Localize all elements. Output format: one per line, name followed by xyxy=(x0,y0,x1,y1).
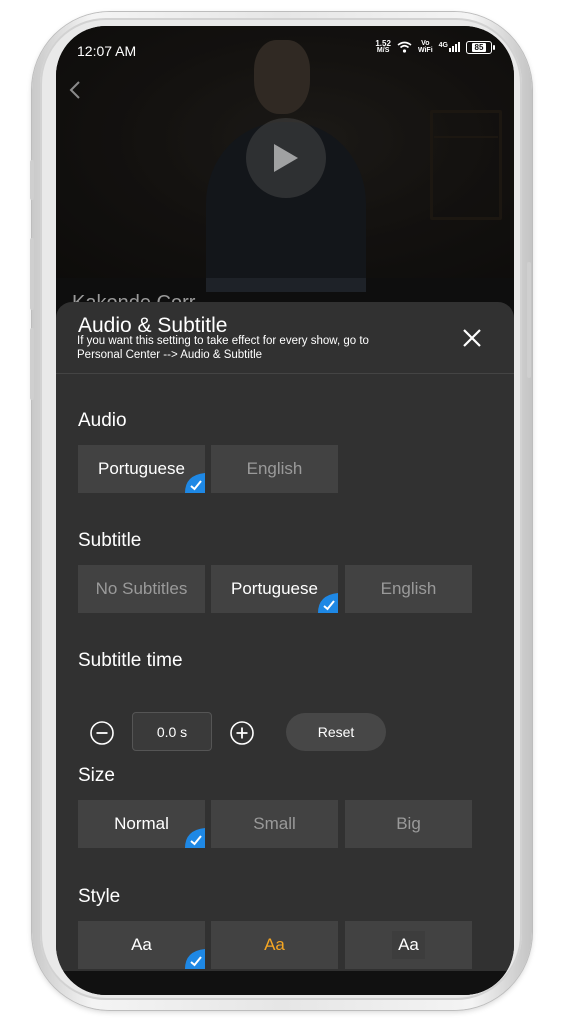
subtitle-label: Subtitle xyxy=(78,530,142,551)
size-option-normal[interactable]: Normal xyxy=(78,800,205,848)
plus-circle-icon[interactable] xyxy=(229,720,255,746)
net-speed: 1.52 M/S xyxy=(375,39,391,55)
close-icon xyxy=(463,329,481,347)
checkmark-icon xyxy=(185,828,205,848)
subtitle-time-label: Subtitle time xyxy=(78,650,183,671)
checkmark-icon xyxy=(185,949,205,969)
panel-hint: If you want this setting to take effect … xyxy=(77,335,369,361)
style-option-boxed[interactable]: Aa xyxy=(345,921,472,969)
close-button[interactable] xyxy=(458,324,486,352)
style-option-plain[interactable]: Aa xyxy=(78,921,205,969)
bottom-bezel xyxy=(56,971,514,995)
video-player[interactable] xyxy=(56,26,514,292)
subtitle-option-none[interactable]: No Subtitles xyxy=(78,565,205,613)
phone-screen: Kakonde Corr... 12:07 AM 1.52 M/S Vo WiF… xyxy=(56,26,514,995)
audio-option-english[interactable]: English xyxy=(211,445,338,493)
back-arrow-icon[interactable] xyxy=(68,80,84,100)
signal-icon: 4G xyxy=(439,42,460,52)
size-option-big[interactable]: Big xyxy=(345,800,472,848)
size-option-small[interactable]: Small xyxy=(211,800,338,848)
vowifi-indicator: Vo WiFi xyxy=(417,40,433,54)
play-button[interactable] xyxy=(246,118,326,198)
audio-subtitle-panel: Audio & Subtitle If you want this settin… xyxy=(56,302,514,995)
style-label: Style xyxy=(78,886,121,907)
checkmark-icon xyxy=(185,473,205,493)
play-icon xyxy=(274,144,298,172)
style-option-yellow[interactable]: Aa xyxy=(211,921,338,969)
wifi-icon xyxy=(397,41,412,53)
audio-label: Audio xyxy=(78,410,127,431)
audio-option-portuguese[interactable]: Portuguese xyxy=(78,445,205,493)
status-icons: 1.52 M/S Vo WiFi 4G 85 xyxy=(375,39,495,55)
side-button xyxy=(30,238,34,310)
side-button xyxy=(30,160,34,200)
subtitle-option-english[interactable]: English xyxy=(345,565,472,613)
battery-icon: 85 xyxy=(466,40,495,54)
subtitle-time-value: 0.0 s xyxy=(132,712,212,751)
checkmark-icon xyxy=(318,593,338,613)
size-label: Size xyxy=(78,765,115,786)
side-button xyxy=(30,328,34,400)
status-time: 12:07 AM xyxy=(77,43,137,59)
side-button xyxy=(527,262,531,378)
minus-circle-icon[interactable] xyxy=(89,720,115,746)
divider xyxy=(56,373,514,374)
reset-button[interactable]: Reset xyxy=(286,713,386,751)
subtitle-option-portuguese[interactable]: Portuguese xyxy=(211,565,338,613)
